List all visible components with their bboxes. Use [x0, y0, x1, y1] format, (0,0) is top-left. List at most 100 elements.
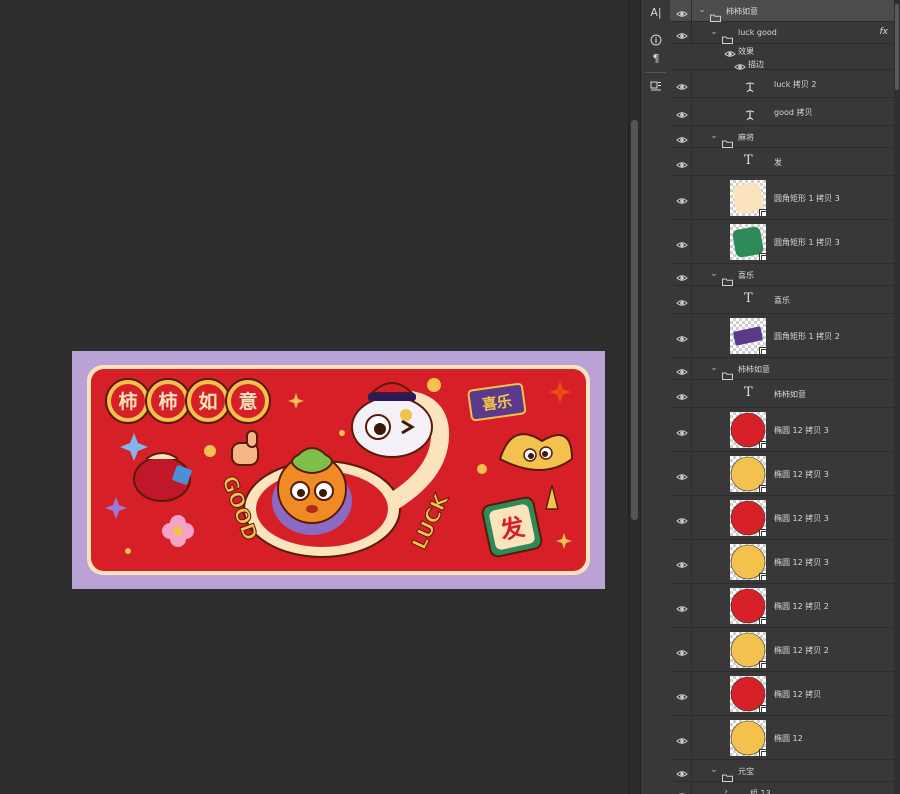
visibility-eye-icon[interactable]: [676, 156, 688, 168]
paragraph-icon[interactable]: ¶: [645, 48, 667, 68]
artwork-canvas[interactable]: 柿 柿 如 意 喜乐 GOOD LUCK 发: [72, 351, 605, 589]
visibility-eye-icon[interactable]: [676, 512, 688, 524]
eye-column-divider: [691, 126, 692, 147]
info-icon[interactable]: [645, 30, 667, 50]
layer-row-lyr-e7[interactable]: 椭圆 12 拷贝: [670, 672, 894, 716]
chevron-down-icon[interactable]: ⌄: [710, 765, 718, 775]
warped-text-icon: [744, 78, 756, 93]
visibility-eye-icon[interactable]: [676, 330, 688, 342]
eye-column-divider: [691, 0, 692, 21]
layer-row-lyr-e8[interactable]: 椭圆 12: [670, 716, 894, 760]
visibility-eye-icon[interactable]: [676, 131, 688, 143]
layer-name: 元宝: [738, 767, 754, 776]
visibility-eye-icon[interactable]: [676, 600, 688, 612]
visibility-eye-icon[interactable]: [676, 556, 688, 568]
visibility-eye-icon[interactable]: [676, 269, 688, 281]
layer-name: 效果: [738, 46, 754, 56]
eye-column-divider: [691, 716, 692, 759]
visibility-eye-icon[interactable]: [676, 732, 688, 744]
layer-thumbnail: [730, 632, 766, 668]
visibility-eye-icon[interactable]: [676, 424, 688, 436]
layer-name: 柿柿如意: [726, 7, 758, 16]
layer-row-grp-majiang[interactable]: ⌄ 麻将: [670, 126, 894, 148]
eye-column-divider: [691, 148, 692, 175]
visibility-eye-icon[interactable]: [676, 787, 688, 794]
eye-column-divider: [691, 264, 692, 285]
visibility-eye-icon[interactable]: [676, 236, 688, 248]
visibility-eye-icon[interactable]: [676, 27, 688, 39]
visibility-eye-icon[interactable]: [676, 294, 688, 306]
layer-name: 圆角矩形 1 拷贝 3: [774, 194, 840, 203]
layer-effects-fx-icon[interactable]: fx: [880, 27, 889, 37]
layer-row-lyr-rr-green[interactable]: 圆角矩形 1 拷贝 3: [670, 220, 894, 264]
panel-tool-strip: A| ¶: [640, 0, 671, 794]
visibility-eye-icon[interactable]: [676, 388, 688, 400]
layers-scrollbar[interactable]: [894, 0, 900, 794]
layer-name: 喜乐: [774, 296, 790, 305]
visibility-eye-icon[interactable]: [676, 765, 688, 777]
chevron-down-icon[interactable]: ⌄: [710, 269, 718, 279]
layer-row-eff-label[interactable]: 效果: [670, 44, 894, 57]
properties-icon[interactable]: [645, 76, 667, 96]
layer-name: 喜乐: [738, 271, 754, 280]
layer-name: 椭圆 12 拷贝 3: [774, 514, 829, 523]
layer-name: 椭圆 12 拷贝 3: [774, 426, 829, 435]
layer-row-lyr-fa[interactable]: T发: [670, 148, 894, 176]
layer-name: 柿柿如意: [738, 365, 770, 374]
effect-visibility-eye-icon[interactable]: [734, 58, 746, 70]
layer-row-lyr-xile-text[interactable]: T 喜乐: [670, 286, 894, 314]
text-layer-icon: T: [744, 291, 753, 306]
layer-row-lyr-e4[interactable]: 椭圆 12 拷贝 3: [670, 540, 894, 584]
chevron-down-icon[interactable]: ⌄: [710, 131, 718, 141]
chevron-right-icon[interactable]: ›: [722, 787, 730, 794]
layer-row-grp-yuanbao[interactable]: ⌄ 元宝: [670, 760, 894, 782]
layer-row-lyr-good-copy[interactable]: good 拷贝: [670, 98, 894, 126]
title-char-1: 柿: [118, 390, 137, 413]
folder-icon: [722, 29, 733, 44]
visibility-eye-icon[interactable]: [676, 5, 688, 17]
layer-row-grp-shishi-top[interactable]: ⌄ 柿柿如意: [670, 0, 894, 22]
layer-row-lyr-e1[interactable]: 椭圆 12 拷贝 3: [670, 408, 894, 452]
layer-row-lyr-e5[interactable]: 椭圆 12 拷贝 2: [670, 584, 894, 628]
layer-name: 椭圆 12 拷贝 3: [774, 558, 829, 567]
visibility-eye-icon[interactable]: [676, 644, 688, 656]
layer-row-grp-13[interactable]: › 组 13: [670, 782, 894, 794]
folder-icon: [734, 789, 745, 794]
layer-name: 描边: [748, 59, 764, 69]
layer-thumbnail: [730, 412, 766, 448]
chevron-down-icon[interactable]: ⌄: [710, 27, 718, 37]
character-icon-label: A|: [650, 5, 662, 19]
visibility-eye-icon[interactable]: [676, 363, 688, 375]
layer-row-eff-stroke[interactable]: 描边: [670, 57, 894, 70]
visibility-eye-icon[interactable]: [676, 468, 688, 480]
chevron-down-icon[interactable]: ⌄: [698, 5, 706, 15]
layer-row-lyr-e3[interactable]: 椭圆 12 拷贝 3: [670, 496, 894, 540]
layer-name: 发: [774, 158, 782, 167]
layer-row-lyr-e2[interactable]: 椭圆 12 拷贝 3: [670, 452, 894, 496]
visibility-eye-icon[interactable]: [676, 106, 688, 118]
layer-name: luck 拷贝 2: [774, 80, 817, 89]
layer-thumbnail: [730, 456, 766, 492]
eye-column-divider: [691, 408, 692, 451]
effects-visibility-eye-icon[interactable]: [724, 45, 736, 57]
eye-column-divider: [691, 98, 692, 125]
layer-row-lyr-luck-copy2[interactable]: luck 拷贝 2: [670, 70, 894, 98]
chevron-down-icon[interactable]: ⌄: [710, 363, 718, 373]
layer-row-lyr-e6[interactable]: 椭圆 12 拷贝 2: [670, 628, 894, 672]
canvas-area[interactable]: 柿 柿 如 意 喜乐 GOOD LUCK 发: [0, 0, 628, 794]
character-icon[interactable]: A|: [645, 2, 667, 22]
layer-row-lyr-rr-purple[interactable]: 圆角矩形 1 拷贝 2: [670, 314, 894, 358]
layer-row-grp-luck-good[interactable]: ⌄ luck good fx: [670, 22, 894, 44]
layer-row-grp-xile[interactable]: ⌄ 喜乐: [670, 264, 894, 286]
canvas-scroll-thumb[interactable]: [631, 120, 638, 520]
visibility-eye-icon[interactable]: [676, 192, 688, 204]
visibility-eye-icon[interactable]: [676, 688, 688, 700]
layer-name: 椭圆 12 拷贝 2: [774, 646, 829, 655]
paragraph-icon-label: ¶: [652, 51, 660, 65]
xile-badge: 喜乐: [467, 382, 527, 422]
layer-row-lyr-rr-cream[interactable]: 圆角矩形 1 拷贝 3: [670, 176, 894, 220]
layer-row-grp-shishi[interactable]: ⌄ 柿柿如意: [670, 358, 894, 380]
visibility-eye-icon[interactable]: [676, 78, 688, 90]
layer-row-lyr-shishi-text[interactable]: T 柿柿如意: [670, 380, 894, 408]
layers-scroll-thumb[interactable]: [895, 4, 899, 90]
